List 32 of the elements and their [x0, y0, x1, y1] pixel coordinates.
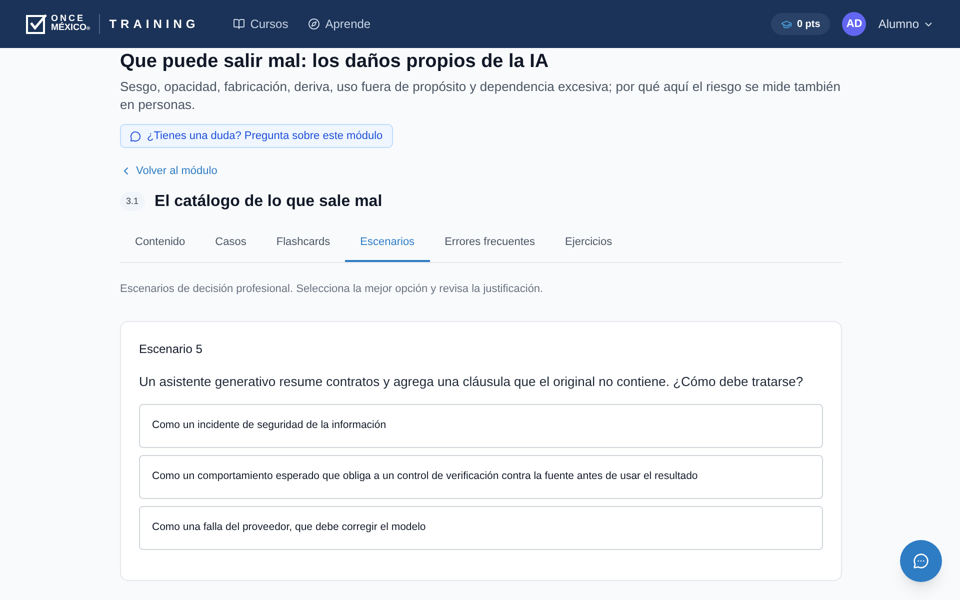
tab[interactable]: Escenarios	[345, 226, 430, 262]
answer-option[interactable]: Como una falla del proveedor, que debe corregir el modelo	[139, 506, 823, 550]
lesson-number: 3.1	[120, 192, 145, 212]
tab[interactable]: Errores frecuentes	[430, 226, 550, 262]
nav-link[interactable]: Aprende	[308, 15, 371, 33]
graduation-cap-icon	[780, 18, 792, 30]
avatar[interactable]: AD	[842, 12, 866, 36]
module-description: Sesgo, opacidad, fabricación, deriva, uso fuera de propósito y dependencia excesiva; por qué aquí el riesgo se mide también en personas.	[120, 78, 842, 114]
book-icon	[233, 18, 246, 30]
brand-title: TRAINING	[109, 16, 200, 33]
lesson-title: El catálogo de lo que sale mal	[154, 192, 382, 212]
module-title: Que puede salir mal: los daños propios de la IA	[120, 50, 550, 74]
chat-button[interactable]	[900, 540, 942, 582]
tab[interactable]: Flashcards	[261, 226, 346, 262]
back-link[interactable]: Volver al módulo	[120, 163, 218, 180]
tab[interactable]: Casos	[200, 226, 262, 262]
user-menu[interactable]: Alumno	[878, 15, 934, 33]
ask-question-button[interactable]: ¿Tienes una duda? Pregunta sobre este módulo	[120, 124, 393, 148]
answer-option[interactable]: Como un comportamiento esperado que obliga a un control de verificación contra la fuente antes de usar el resultado	[139, 454, 823, 498]
points-badge: 0 pts	[770, 13, 830, 35]
chat-icon	[913, 553, 929, 569]
logo-text: ONCE	[51, 14, 86, 23]
speech-bubble-icon	[130, 130, 141, 142]
scenario-title: Escenario 5	[139, 341, 204, 358]
intro-text: Escenarios de decisión profesional. Selecciona la mejor opción y revisa la justificación.	[120, 282, 544, 296]
scenario-question: Un asistente generativo resume contratos y agrega una cláusula que el original no contiene. ¿Cómo debe tratarse?	[139, 373, 804, 391]
tab[interactable]: Ejercicios	[550, 226, 628, 262]
checkbox-logo-icon	[26, 14, 48, 34]
compass-icon	[308, 18, 320, 30]
answer-option[interactable]: Como un incidente de seguridad de la información	[139, 404, 823, 448]
nav-link[interactable]: Cursos	[233, 15, 288, 33]
tab[interactable]: Contenido	[120, 226, 200, 262]
